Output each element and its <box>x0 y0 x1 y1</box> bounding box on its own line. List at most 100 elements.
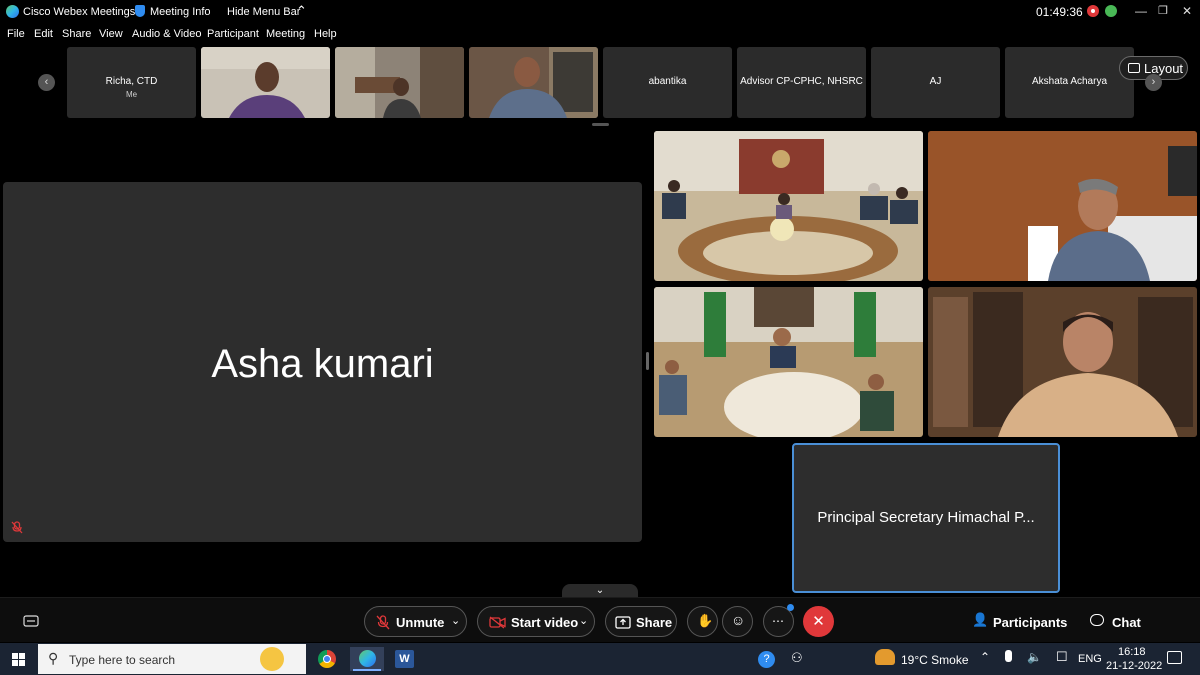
chat-button[interactable]: Chat <box>1090 612 1150 632</box>
more-icon: ⋯ <box>772 614 784 628</box>
windows-taskbar: ⚲ Type here to search W ? ⚇ 19°C Smoke ⌃… <box>0 643 1200 675</box>
participant-name: AJ <box>929 76 942 87</box>
input-language[interactable]: ENG <box>1078 653 1102 665</box>
participants-label: Participants <box>993 615 1068 630</box>
taskbar-search-input[interactable]: ⚲ Type here to search <box>38 644 306 674</box>
restore-icon[interactable]: ❐ <box>1158 4 1168 17</box>
strip-resize-handle[interactable] <box>592 123 609 126</box>
start-video-button[interactable]: Start video ⌄ <box>477 606 595 637</box>
search-icon: ⚲ <box>48 650 59 666</box>
chevron-down-icon[interactable]: ⌄ <box>579 614 588 627</box>
menu-edit[interactable]: Edit <box>34 28 53 40</box>
chat-label: Chat <box>1112 615 1141 630</box>
active-speaker-tile[interactable]: Asha kumari <box>3 182 642 542</box>
meeting-controls-bar: Unmute ⌄ Start video ⌄ Share ✋ ☺ ⋯ ✕ 👤 P… <box>0 597 1200 642</box>
app-title: Cisco Webex Meetings <box>23 6 136 18</box>
menu-file[interactable]: File <box>7 28 25 40</box>
share-label: Share <box>636 615 673 630</box>
unmute-button[interactable]: Unmute ⌄ <box>364 606 467 637</box>
weather-text[interactable]: 19°C Smoke <box>901 653 969 667</box>
menu-participant[interactable]: Participant <box>207 28 259 40</box>
menu-view[interactable]: View <box>99 28 123 40</box>
clock-date[interactable]: 21-12-2022 <box>1106 660 1162 672</box>
participant-thumbnail[interactable]: Advisor CP-CPHC, NHSRC <box>737 47 866 118</box>
strip-next-icon[interactable]: › <box>1145 74 1162 91</box>
notification-icon[interactable] <box>1167 651 1182 664</box>
menu-meeting[interactable]: Meeting <box>266 28 305 40</box>
reactions-button[interactable]: ☺ <box>722 606 753 637</box>
meeting-timer: 01:49:36 <box>1036 5 1083 19</box>
chat-icon <box>1090 614 1104 626</box>
webex-logo-icon <box>6 5 19 18</box>
muted-mic-icon <box>376 615 390 630</box>
speaker-icon[interactable]: 🔈 <box>1027 650 1042 664</box>
participant-thumbnail[interactable]: AJ <box>871 47 1000 118</box>
captions-icon[interactable] <box>23 615 39 627</box>
video-feed-image <box>654 131 923 281</box>
people-icon[interactable]: ⚇ <box>791 650 803 666</box>
chevron-up-icon[interactable]: ⌃ <box>980 650 990 664</box>
video-off-icon <box>489 616 506 629</box>
meeting-info-link[interactable]: Meeting Info <box>150 6 211 18</box>
network-icon[interactable]: ☐ <box>1056 649 1068 665</box>
menu-share[interactable]: Share <box>62 28 91 40</box>
chevron-down-icon[interactable]: ⌄ <box>451 614 460 627</box>
video-feed-image <box>654 287 923 437</box>
raise-hand-button[interactable]: ✋ <box>687 606 718 637</box>
participant-thumbnail[interactable]: abantika <box>603 47 732 118</box>
video-tile[interactable] <box>654 287 923 437</box>
video-feed-image <box>201 47 330 118</box>
collapse-toolbar-chevron-icon[interactable]: ⌄ <box>562 584 638 598</box>
webex-taskbar-icon[interactable] <box>350 647 384 671</box>
video-feed-image <box>928 287 1197 437</box>
chevron-up-icon[interactable]: ⌃ <box>296 3 307 19</box>
participant-thumbnail[interactable]: Akshata Acharya <box>1005 47 1134 118</box>
help-icon[interactable]: ? <box>758 651 775 668</box>
participant-video-thumbnail[interactable] <box>201 47 330 118</box>
title-bar: Cisco Webex Meetings Meeting Info Hide M… <box>0 0 1200 24</box>
active-speaker-name: Asha kumari <box>211 342 434 386</box>
recording-icon <box>1087 5 1099 17</box>
minimize-icon[interactable]: — <box>1135 4 1147 18</box>
panel-resize-handle[interactable] <box>646 352 649 370</box>
strip-prev-icon[interactable]: ‹ <box>38 74 55 91</box>
unmute-label: Unmute <box>396 615 445 630</box>
video-tile-highlighted[interactable]: Principal Secretary Himachal P... <box>792 443 1060 593</box>
hand-icon: ✋ <box>697 613 714 628</box>
menu-audio-video[interactable]: Audio & Video <box>132 28 202 40</box>
notification-dot <box>787 604 794 611</box>
sun-icon <box>260 647 284 671</box>
participant-video-thumbnail[interactable] <box>335 47 464 118</box>
video-feed-image <box>469 47 598 118</box>
participant-name: Akshata Acharya <box>1031 76 1108 87</box>
participant-name: Richa, CTD <box>105 76 158 87</box>
share-button[interactable]: Share <box>605 606 677 637</box>
participant-video-thumbnail[interactable] <box>469 47 598 118</box>
microphone-icon[interactable] <box>1005 650 1012 662</box>
windows-start-icon[interactable] <box>12 653 25 666</box>
shield-icon <box>135 5 145 17</box>
participant-name: Principal Secretary Himachal P... <box>817 509 1035 526</box>
chrome-taskbar-icon[interactable] <box>313 647 341 671</box>
more-options-button[interactable]: ⋯ <box>763 604 794 637</box>
weather-icon <box>875 649 895 665</box>
smiley-icon: ☺ <box>731 612 746 628</box>
video-tile[interactable] <box>654 131 923 281</box>
word-taskbar-icon[interactable]: W <box>391 647 419 671</box>
video-tile[interactable] <box>928 131 1197 281</box>
participant-thumbnail[interactable]: Richa, CTD Me <box>67 47 196 118</box>
clock-time[interactable]: 16:18 <box>1118 646 1146 658</box>
start-video-label: Start video <box>511 615 579 630</box>
share-screen-icon <box>615 616 631 629</box>
close-icon[interactable]: ✕ <box>1182 4 1192 18</box>
close-icon: ✕ <box>812 613 825 630</box>
participants-button[interactable]: 👤 Participants <box>972 612 1067 632</box>
video-feed-image <box>928 131 1197 281</box>
network-health-icon[interactable] <box>1105 5 1117 17</box>
video-feed-image <box>335 47 464 118</box>
end-meeting-button[interactable]: ✕ <box>803 606 834 637</box>
hide-menu-bar-button[interactable]: Hide Menu Bar <box>227 6 300 18</box>
menu-help[interactable]: Help <box>314 28 337 40</box>
layout-icon <box>1128 63 1140 73</box>
video-tile[interactable] <box>928 287 1197 437</box>
